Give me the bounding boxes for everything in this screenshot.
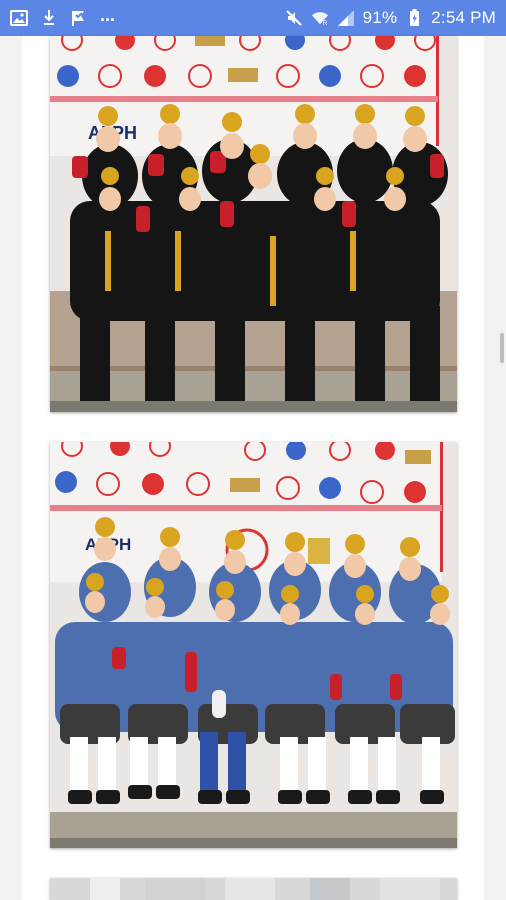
group-photo-blue-uniform: ALPH: [50, 442, 457, 848]
page-content: ALPH: [22, 36, 484, 900]
photo-card-1[interactable]: ALPH: [50, 36, 457, 412]
signal-icon: [337, 9, 355, 27]
status-bar: ... R 91% 2:54 PM: [0, 0, 506, 36]
scrollbar-thumb[interactable]: [500, 333, 504, 363]
wifi-icon: R: [311, 9, 329, 27]
overflow-indicator: ...: [100, 4, 116, 25]
gallery-icon: [10, 9, 28, 27]
notification-icons: ...: [10, 5, 115, 27]
photo-card-2[interactable]: ALPH: [50, 442, 457, 848]
battery-percent: 91%: [362, 8, 398, 27]
group-photo-black-uniform: ALPH: [50, 36, 457, 412]
system-icons: R 91% 2:54 PM: [285, 8, 496, 28]
photo-card-3[interactable]: [50, 878, 457, 900]
clock: 2:54 PM: [431, 8, 496, 27]
check-flag-icon: [70, 9, 88, 27]
download-icon: [40, 9, 58, 27]
battery-icon: [405, 9, 423, 27]
mute-icon: [285, 9, 303, 27]
svg-text:R: R: [322, 20, 327, 27]
group-photo-partial: [50, 878, 457, 900]
